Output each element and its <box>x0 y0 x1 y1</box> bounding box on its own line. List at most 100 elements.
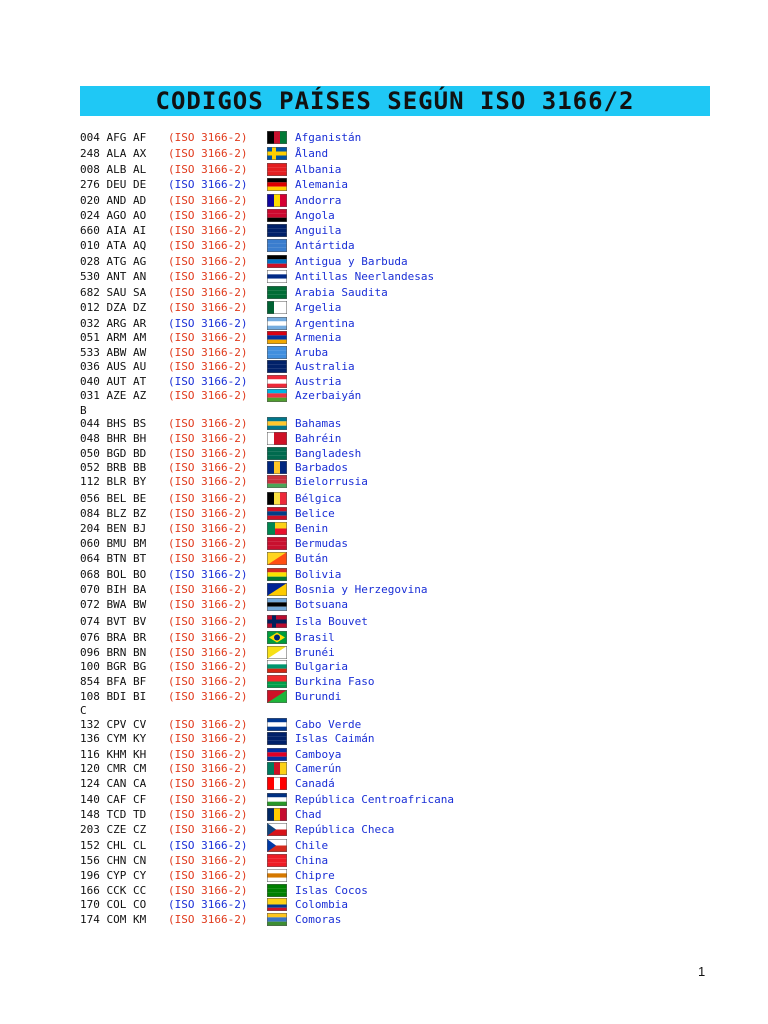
iso-standard-label: (ISO 3166-2) <box>168 475 248 488</box>
flag-icon <box>267 793 287 806</box>
flag-icon <box>267 346 287 359</box>
list-item: 156 CHN CN (ISO 3166-2) China <box>80 853 720 868</box>
iso-standard-label: (ISO 3166-2) <box>168 389 248 402</box>
country-name: Bermudas <box>295 537 348 550</box>
iso-standard-label: (ISO 3166-2) <box>168 913 248 926</box>
list-item: 124 CAN CA (ISO 3166-2) Canadá <box>80 776 720 791</box>
country-codes: 072 BWA BW <box>80 598 147 611</box>
flag-icon <box>267 675 287 688</box>
country-codes: 174 COM KM <box>80 913 147 926</box>
country-codes: 204 BEN BJ <box>80 522 147 535</box>
list-item: 044 BHS BS (ISO 3166-2) Bahamas <box>80 416 720 431</box>
iso-standard-label: (ISO 3166-2) <box>168 808 248 821</box>
flag-icon <box>267 808 287 821</box>
list-item: 140 CAF CF (ISO 3166-2) República Centroaf… <box>80 792 720 807</box>
country-name: Brasil <box>295 631 335 644</box>
flag-icon <box>267 178 287 191</box>
list-item: 136 CYM KY (ISO 3166-2) Islas Caimán <box>80 731 720 746</box>
country-codes: 248 ALA AX <box>80 147 147 160</box>
country-codes: 004 AFG AF <box>80 131 147 144</box>
flag-icon <box>267 131 287 144</box>
list-item: 533 ABW AW (ISO 3166-2) Aruba <box>80 345 720 360</box>
country-codes: 116 KHM KH <box>80 748 147 761</box>
flag-icon <box>267 475 287 488</box>
list-item: 120 CMR CM (ISO 3166-2) Camerún <box>80 761 720 776</box>
flag-icon <box>267 389 287 402</box>
list-item: 204 BEN BJ (ISO 3166-2) Benin <box>80 521 720 536</box>
country-name: Bolivia <box>295 568 342 581</box>
country-name: Chipre <box>295 869 335 882</box>
country-codes: 276 DEU DE <box>80 178 147 191</box>
country-codes: 044 BHS BS <box>80 417 147 430</box>
list-item: 166 CCK CC (ISO 3166-2) Islas Cocos <box>80 883 720 898</box>
country-codes: 140 CAF CF <box>80 793 147 806</box>
iso-standard-label: (ISO 3166-2) <box>168 239 248 252</box>
country-name: Antártida <box>295 239 355 252</box>
flag-icon <box>267 884 287 897</box>
country-name: Antigua y Barbuda <box>295 255 408 268</box>
list-item: 040 AUT AT (ISO 3166-2) Austria <box>80 374 720 389</box>
iso-standard-label: (ISO 3166-2) <box>168 854 248 867</box>
flag-icon <box>267 777 287 790</box>
country-codes: 170 COL CO <box>80 898 147 911</box>
iso-standard-label: (ISO 3166-2) <box>168 660 248 673</box>
flag-icon <box>267 270 287 283</box>
list-item: 064 BTN BT (ISO 3166-2) Bután <box>80 551 720 566</box>
iso-standard-label: (ISO 3166-2) <box>168 631 248 644</box>
list-item: 148 TCD TD (ISO 3166-2) Chad <box>80 807 720 822</box>
iso-standard-label: (ISO 3166-2) <box>168 131 248 144</box>
country-codes: 068 BOL BO <box>80 568 147 581</box>
iso-standard-label: (ISO 3166-2) <box>168 178 248 191</box>
flag-icon <box>267 461 287 474</box>
iso-standard-label: (ISO 3166-2) <box>168 823 248 836</box>
iso-standard-label: (ISO 3166-2) <box>168 568 248 581</box>
iso-standard-label: (ISO 3166-2) <box>168 646 248 659</box>
list-item: 108 BDI BI (ISO 3166-2) Burundi <box>80 689 720 704</box>
country-name: Burundi <box>295 690 342 703</box>
list-item: 112 BLR BY (ISO 3166-2) Bielorrusia <box>80 474 720 489</box>
flag-icon <box>267 375 287 388</box>
list-item: 100 BGR BG (ISO 3166-2) Bulgaria <box>80 659 720 674</box>
iso-standard-label: (ISO 3166-2) <box>168 301 248 314</box>
flag-icon <box>267 286 287 299</box>
list-item: 152 CHL CL (ISO 3166-2) Chile <box>80 838 720 853</box>
list-item: 072 BWA BW (ISO 3166-2) Botsuana <box>80 597 720 612</box>
iso-standard-label: (ISO 3166-2) <box>168 537 248 550</box>
iso-standard-label: (ISO 3166-2) <box>168 432 248 445</box>
country-name: China <box>295 854 329 867</box>
page-title: CODIGOS PAÍSES SEGÚN ISO 3166/2 <box>155 87 635 115</box>
flag-icon <box>267 732 287 745</box>
country-name: Åland <box>295 147 329 160</box>
country-name: República Centroafricana <box>295 793 454 806</box>
country-name: Comoras <box>295 913 342 926</box>
country-name: Australia <box>295 360 355 373</box>
list-item: 028 ATG AG (ISO 3166-2) Antigua y Barbuda <box>80 254 720 269</box>
country-name: Arabia Saudita <box>295 286 388 299</box>
iso-standard-label: (ISO 3166-2) <box>168 869 248 882</box>
country-name: Bielorrusia <box>295 475 368 488</box>
iso-standard-label: (ISO 3166-2) <box>168 255 248 268</box>
flag-icon <box>267 209 287 222</box>
country-name: Chile <box>295 839 329 852</box>
country-codes: 051 ARM AM <box>80 331 147 344</box>
iso-standard-label: (ISO 3166-2) <box>168 375 248 388</box>
iso-standard-label: (ISO 3166-2) <box>168 675 248 688</box>
country-codes: 010 ATA AQ <box>80 239 147 252</box>
flag-icon <box>267 583 287 596</box>
iso-standard-label: (ISO 3166-2) <box>168 461 248 474</box>
country-name: Isla Bouvet <box>295 615 368 628</box>
country-name: Angola <box>295 209 335 222</box>
country-codes: 056 BEL BE <box>80 492 147 505</box>
country-codes: 084 BLZ BZ <box>80 507 147 520</box>
country-name: Islas Cocos <box>295 884 368 897</box>
flag-icon <box>267 239 287 252</box>
list-item: 008 ALB AL (ISO 3166-2) Albania <box>80 162 720 177</box>
flag-icon <box>267 823 287 836</box>
list-item: 056 BEL BE (ISO 3166-2) Bélgica <box>80 491 720 506</box>
list-item: 116 KHM KH (ISO 3166-2) Camboya <box>80 747 720 762</box>
list-item: 012 DZA DZ (ISO 3166-2) Argelia <box>80 300 720 315</box>
country-codes: 854 BFA BF <box>80 675 147 688</box>
country-name: Bahréin <box>295 432 342 445</box>
list-item: 036 AUS AU (ISO 3166-2) Australia <box>80 359 720 374</box>
iso-standard-label: (ISO 3166-2) <box>168 286 248 299</box>
